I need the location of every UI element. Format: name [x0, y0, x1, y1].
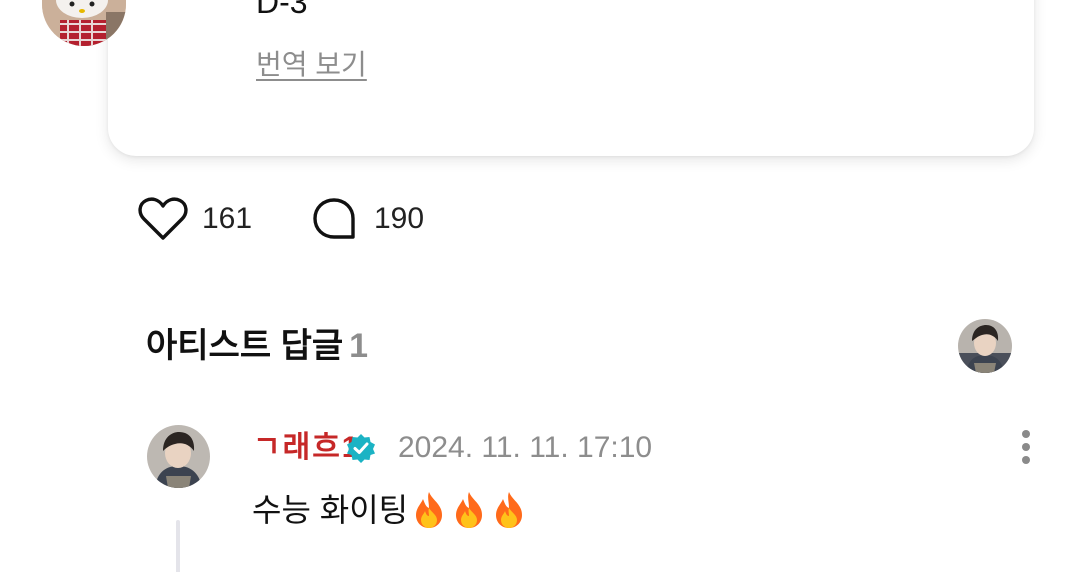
- more-dot: [1022, 443, 1030, 451]
- artist-avatar[interactable]: [958, 319, 1012, 373]
- fire-emoji-group: [410, 490, 530, 530]
- fire-icon: [456, 492, 483, 528]
- heart-icon: [138, 197, 188, 241]
- comment-text: 수능 화이팅: [252, 492, 409, 528]
- like-count: 161: [202, 202, 253, 235]
- more-options-button[interactable]: [1010, 428, 1042, 466]
- reply-thread-line: [176, 520, 180, 572]
- post-text: D-3: [256, 0, 308, 20]
- comment-body: 수능 화이팅: [252, 490, 530, 530]
- like-button[interactable]: 161: [138, 194, 252, 244]
- artist-replies-header: 아티스트 답글 1: [146, 324, 368, 368]
- post-detail-screen: D-3 번역 보기 161 190 아티스트 답글 1 ㄱ래흐1 2024. 1…: [0, 0, 1080, 572]
- more-dot: [1022, 456, 1030, 464]
- fire-icon: [496, 492, 523, 528]
- verified-badge-icon: [346, 433, 376, 463]
- translate-link[interactable]: 번역 보기: [256, 48, 367, 82]
- comment-count: 190: [374, 202, 425, 235]
- artist-replies-title: 아티스트 답글: [146, 327, 344, 365]
- comment-author-avatar[interactable]: [147, 425, 210, 488]
- comment-button[interactable]: 190: [312, 194, 424, 244]
- comment-bubble-icon: [312, 197, 356, 241]
- post-card: D-3 번역 보기: [108, 0, 1034, 156]
- comment-timestamp: 2024. 11. 11. 17:10: [398, 431, 653, 464]
- comment-author-name[interactable]: ㄱ래흐1: [253, 428, 361, 468]
- more-dot: [1022, 430, 1030, 438]
- artist-replies-count: 1: [349, 327, 369, 365]
- fire-icon: [416, 492, 443, 528]
